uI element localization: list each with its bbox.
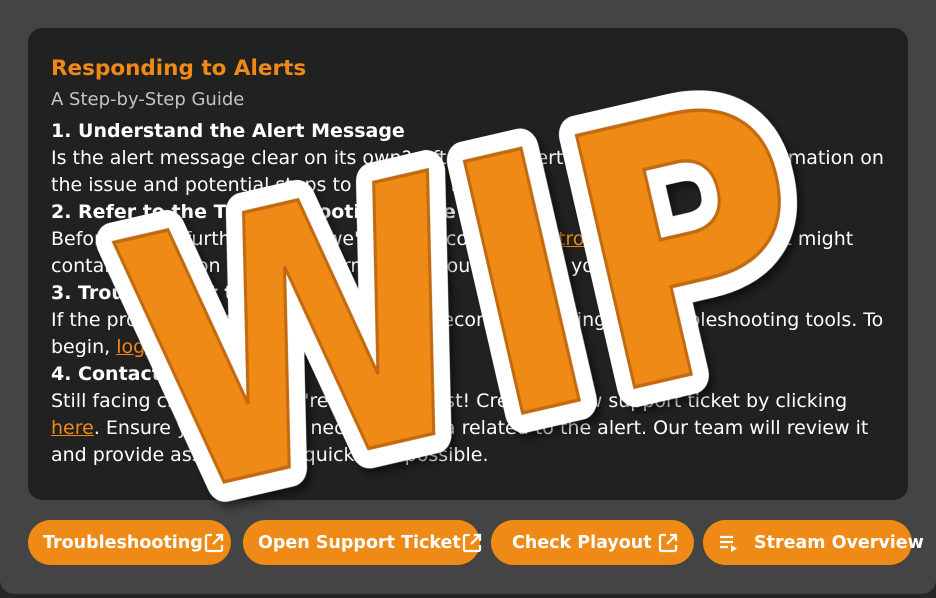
action-button-row: Troubleshooting Open Support Ticket Chec… bbox=[28, 520, 924, 566]
open-support-ticket-button-label: Open Support Ticket bbox=[258, 532, 461, 553]
step-2-text-before: Before taking further action, we'd ideal… bbox=[51, 228, 558, 250]
open-support-ticket-button[interactable]: Open Support Ticket bbox=[243, 520, 483, 565]
external-link-icon bbox=[657, 532, 679, 554]
troubleshooting-guide-link[interactable]: troubleshooting guide bbox=[558, 228, 767, 250]
check-playout-button[interactable]: Check Playout bbox=[491, 520, 694, 565]
step-3-text-after: . bbox=[414, 336, 421, 358]
step-2-title: 2. Refer to the Troubleshooting Guide bbox=[51, 201, 456, 223]
troubleshooting-button[interactable]: Troubleshooting bbox=[28, 520, 231, 565]
step-4-text-before: Still facing challenges? We're here to a… bbox=[51, 390, 848, 412]
step-4-text: Still facing challenges? We're here to a… bbox=[51, 388, 885, 469]
step-1-text: Is the alert message clear on its own? O… bbox=[51, 147, 884, 196]
step-1-title: 1. Understand the Alert Message bbox=[51, 120, 405, 142]
check-playout-button-label: Check Playout bbox=[512, 532, 652, 553]
troubleshooting-button-label: Troubleshooting bbox=[43, 532, 203, 553]
metrics-dashboard-link[interactable]: log in to the metrics dashboard bbox=[116, 336, 414, 358]
external-link-icon bbox=[461, 532, 483, 554]
step-2-text: Before taking further action, we'd ideal… bbox=[51, 226, 885, 280]
playlist-play-icon bbox=[718, 532, 740, 554]
guide-title: Responding to Alerts bbox=[51, 56, 307, 81]
step-3-text: If the problem persists or isn't clear, … bbox=[51, 307, 885, 361]
step-3-title: 3. Troubleshoot the Alert bbox=[51, 282, 320, 304]
stream-overview-button[interactable]: Stream Overview bbox=[703, 520, 924, 565]
step-4-text-after: . Ensure you copy any necessary data rel… bbox=[51, 417, 869, 466]
support-ticket-link[interactable]: here bbox=[51, 417, 94, 439]
step-4-title: 4. Contact Support bbox=[51, 363, 254, 385]
alert-guide-card: Responding to Alerts A Step-by-Step Guid… bbox=[28, 28, 908, 500]
external-link-icon bbox=[203, 532, 225, 554]
guide-subtitle: A Step-by-Step Guide bbox=[51, 89, 245, 110]
stream-overview-button-label: Stream Overview bbox=[754, 532, 924, 553]
